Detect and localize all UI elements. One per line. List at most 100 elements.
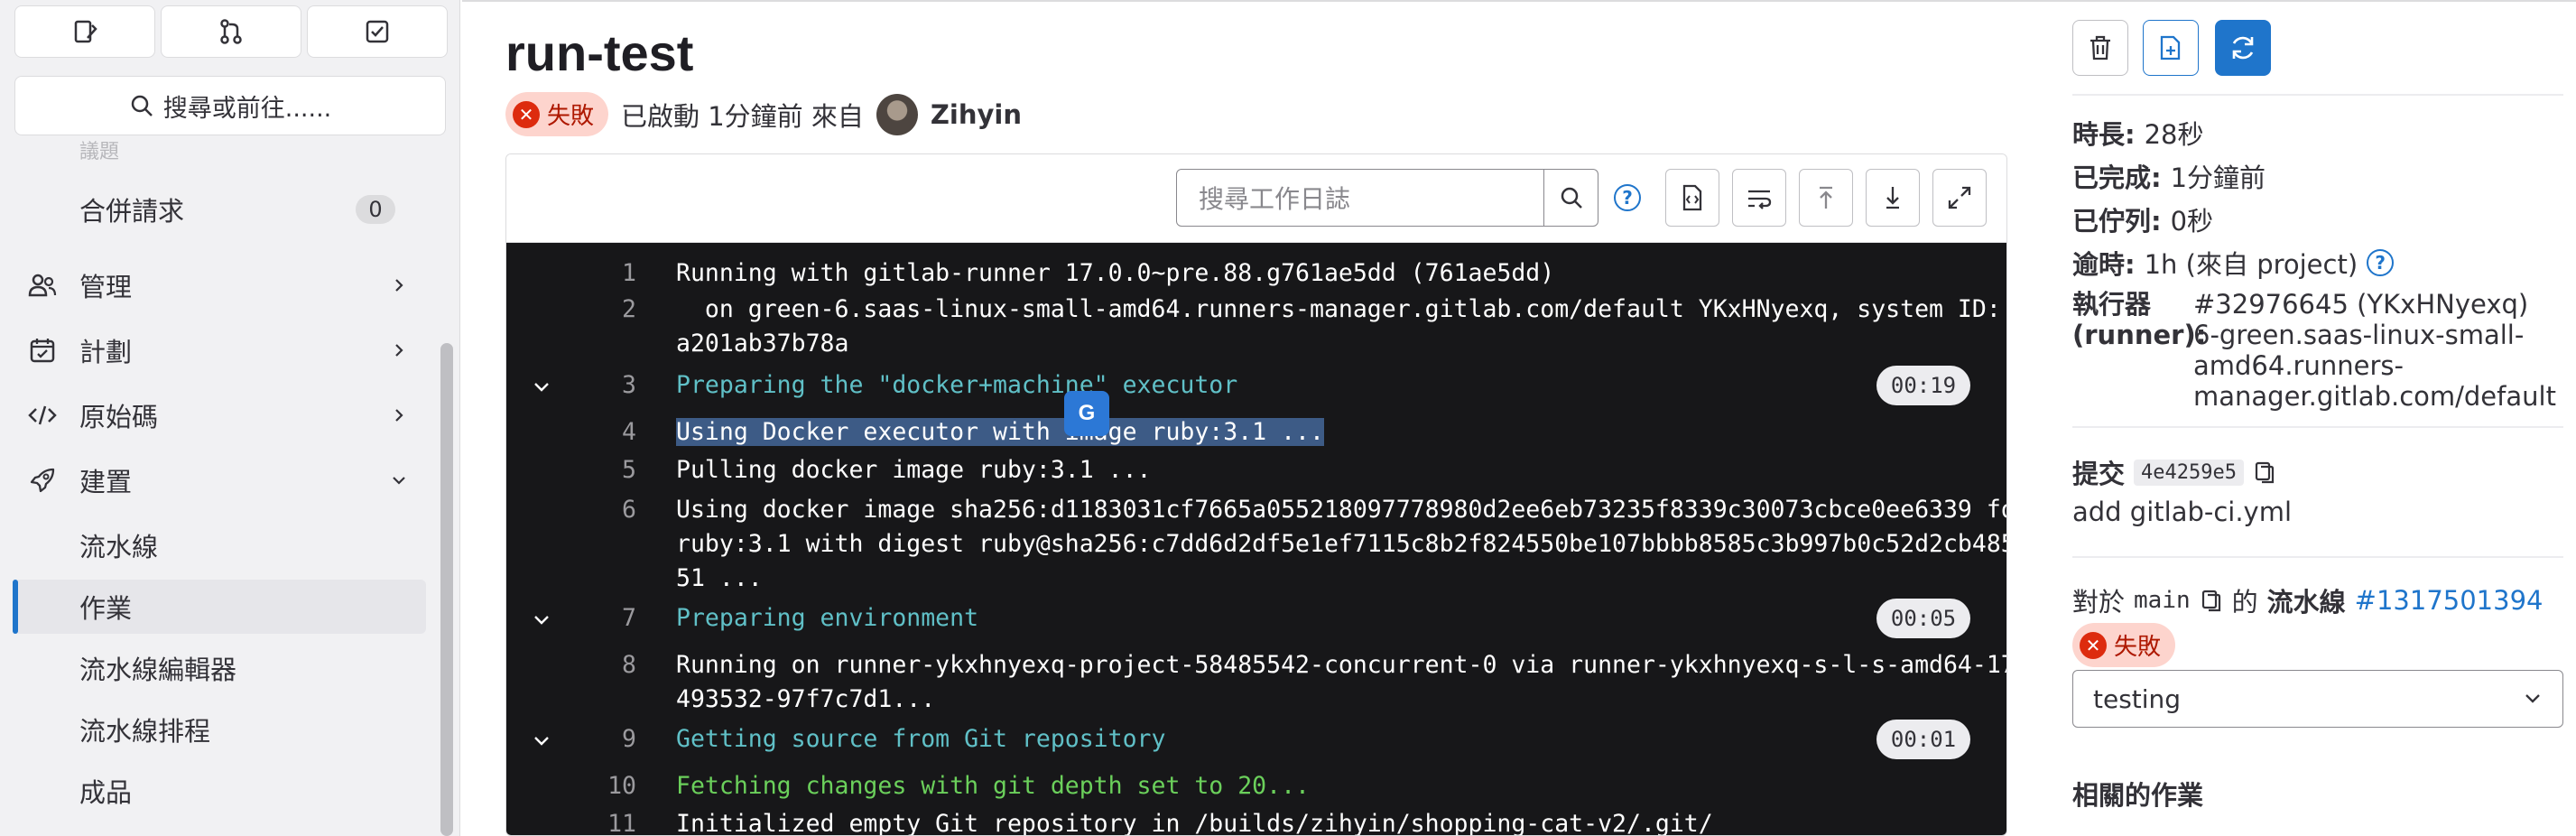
line-number[interactable]: 8 <box>597 651 636 679</box>
sidebar-top-buttons <box>14 5 448 58</box>
sidebar-item-jobs[interactable]: 作業 <box>14 580 426 634</box>
line-number[interactable]: 6 <box>597 496 636 524</box>
issues-button[interactable] <box>14 5 155 58</box>
text-wrap-icon <box>1748 190 1772 209</box>
sidebar-item-merge-requests[interactable]: 合併請求 0 <box>14 182 426 237</box>
copy-icon[interactable] <box>2253 460 2276 485</box>
pipeline-label: 流水線 <box>2266 587 2346 618</box>
log-line: Pulling docker image ruby:3.1 ... <box>676 456 1152 484</box>
finished-value: 1分鐘前 <box>2170 163 2266 193</box>
line-number[interactable]: 10 <box>597 772 636 800</box>
translate-icon[interactable]: G <box>1064 391 1109 436</box>
line-number[interactable]: 3 <box>597 371 636 399</box>
user-name-link[interactable]: Zihyin <box>931 99 1022 130</box>
stage-select[interactable]: testing <box>2072 670 2563 728</box>
chevron-right-icon <box>390 341 408 359</box>
line-number[interactable]: 9 <box>597 725 636 753</box>
runner-label: 執行器 (runner): <box>2072 289 2207 350</box>
sidebar-item-manage[interactable]: 管理 <box>14 258 426 312</box>
duration-row: 時長: 28秒 <box>2072 114 2204 152</box>
line-number[interactable]: 11 <box>597 810 636 835</box>
sidebar-item-pipeline-schedules[interactable]: 流水線排程 <box>14 702 426 757</box>
pipeline-mid: 的 <box>2231 587 2258 618</box>
erase-log-button[interactable] <box>2072 20 2128 76</box>
queued-label: 已佇列: <box>2072 206 2162 237</box>
todos-button[interactable] <box>307 5 448 58</box>
retry-button[interactable] <box>2215 20 2271 76</box>
branch-link[interactable]: main <box>2134 587 2191 614</box>
sidebar-item-build[interactable]: 建置 <box>14 453 426 507</box>
global-search-button[interactable]: 搜尋或前往...... <box>14 76 446 135</box>
sidebar-item-label: 流水線排程 <box>79 716 211 747</box>
pipeline-status-wrap: ✕ 失敗 <box>2072 623 2176 667</box>
timeout-value: 1h (來自 project) <box>2144 249 2358 280</box>
chevron-right-icon <box>390 406 408 424</box>
collapse-section-caret[interactable] <box>528 606 555 633</box>
log-search-input[interactable]: 搜尋工作日誌 <box>1176 169 1544 227</box>
fullscreen-button[interactable] <box>1932 169 1987 227</box>
log-section-header[interactable]: Preparing the "docker+machine" executor <box>676 371 1237 399</box>
commit-message-row: add gitlab-ci.yml <box>2072 497 2292 527</box>
job-details-sidebar: 時長: 28秒 已完成: 1分鐘前 已佇列: 0秒 逾時: 1h (來自 pro… <box>2060 0 2576 836</box>
trash-icon <box>2090 35 2110 60</box>
line-number[interactable]: 7 <box>597 604 636 632</box>
status-badge-label: 失敗 <box>547 103 595 130</box>
chevron-right-icon <box>390 276 408 294</box>
collapse-section-caret[interactable] <box>528 373 555 400</box>
log-search-button[interactable] <box>1544 169 1598 227</box>
retry-icon <box>2232 36 2254 60</box>
commit-label: 提交 <box>2072 459 2126 489</box>
copy-icon[interactable] <box>2200 588 2223 613</box>
finished-label: 已完成: <box>2072 163 2162 193</box>
queued-value: 0秒 <box>2170 206 2214 237</box>
question-icon[interactable]: ? <box>2367 249 2395 276</box>
log-line: Initialized empty Git repository in /bui… <box>676 810 1713 836</box>
sidebar-item-issues-partial[interactable]: 議題 <box>79 135 119 164</box>
line-number[interactable]: 4 <box>597 418 636 446</box>
pipeline-id-link[interactable]: #1317501394 <box>2355 585 2544 616</box>
sidebar-item-label: 建置 <box>79 467 133 497</box>
sidebar-item-label: 計劃 <box>79 337 133 367</box>
sidebar-item-plan[interactable]: 計劃 <box>14 323 426 377</box>
started-text: 已啟動 1分鐘前 來自 <box>621 100 864 132</box>
pipeline-status-badge[interactable]: ✕ 失敗 <box>2072 623 2176 667</box>
sidebar-item-pipeline-editor[interactable]: 流水線編輯器 <box>14 641 426 695</box>
commit-message: add gitlab-ci.yml <box>2072 497 2293 527</box>
collapse-section-caret[interactable] <box>528 727 555 754</box>
line-number[interactable]: 1 <box>597 259 636 287</box>
status-badge[interactable]: ✕ 失敗 <box>505 92 609 136</box>
arrow-down-icon <box>1886 187 1899 209</box>
line-number[interactable]: 2 <box>597 295 636 323</box>
commit-row: 提交 4e4259e5 <box>2072 453 2276 491</box>
merge-requests-button[interactable] <box>161 5 301 58</box>
sidebar-scrollbar[interactable] <box>440 343 453 836</box>
wrap-lines-button[interactable] <box>1732 169 1786 227</box>
log-section-header[interactable]: Preparing environment <box>676 604 978 632</box>
new-issue-button[interactable] <box>2143 20 2199 76</box>
sidebar-item-artifacts[interactable]: 成品 <box>14 764 426 818</box>
job-main: run-test ✕ 失敗 已啟動 1分鐘前 來自 Zihyin 搜尋工作日誌 … <box>462 0 2024 836</box>
sidebar-item-label: 原始碼 <box>79 402 159 432</box>
log-help-button[interactable]: ? <box>1611 181 1644 214</box>
chevron-down-icon <box>390 471 408 489</box>
line-number[interactable]: 5 <box>597 456 636 484</box>
view-raw-button[interactable] <box>1665 169 1719 227</box>
chevron-down-icon <box>534 616 549 625</box>
sidebar-item-pipelines[interactable]: 流水線 <box>14 518 426 572</box>
log-section-header[interactable]: Getting source from Git repository <box>676 725 1165 753</box>
stage-select-value: testing <box>2093 683 2182 714</box>
scroll-to-top-button[interactable] <box>1799 169 1853 227</box>
scroll-to-bottom-button[interactable] <box>1866 169 1920 227</box>
commit-sha-link[interactable]: 4e4259e5 <box>2134 459 2244 486</box>
pipeline-row: 對於 main 的 流水線 #1317501394 <box>2072 581 2543 619</box>
merge-request-icon <box>220 19 242 44</box>
document-code-icon <box>1682 184 1702 211</box>
sidebar-item-code[interactable]: 原始碼 <box>14 388 426 442</box>
log-line: 493532-97f7c7d1... <box>676 685 936 713</box>
calendar-icon <box>27 335 58 366</box>
code-icon <box>27 400 58 431</box>
avatar[interactable] <box>876 93 918 135</box>
log-line: a201ab37b78a <box>676 330 849 358</box>
log-line: Running on runner-ykxhnyexq-project-5848… <box>676 651 2007 679</box>
pipeline-prefix: 對於 <box>2072 587 2126 618</box>
